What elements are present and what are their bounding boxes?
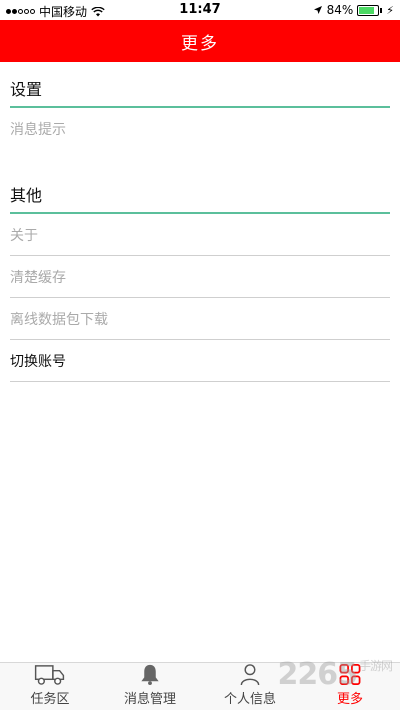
charging-bolt-icon: ⚡	[386, 3, 394, 17]
bell-icon	[141, 664, 159, 686]
section-header-settings: 设置	[10, 62, 390, 108]
watermark-number: 2265	[277, 657, 357, 692]
page-title: 更多	[181, 34, 219, 54]
list-item-message-notification[interactable]: 消息提示	[10, 108, 390, 150]
section-header-other: 其他	[10, 168, 390, 214]
battery-icon	[357, 4, 380, 16]
nav-bar: 更多	[0, 20, 400, 62]
list-item-offline-download[interactable]: 离线数据包下载	[10, 298, 390, 340]
battery-fill	[359, 6, 375, 14]
watermark: 2265 手游网	[277, 657, 393, 692]
tab-messages[interactable]: 消息管理	[100, 663, 200, 710]
tab-label: 消息管理	[123, 692, 176, 707]
battery-percent: 84%	[326, 3, 354, 17]
status-bar: 中国移动 11:47 84% ⚡	[0, 0, 400, 20]
list-item-about[interactable]: 关于	[10, 214, 390, 256]
list-item-switch-account[interactable]: 切换账号	[10, 340, 390, 382]
person-icon	[240, 664, 260, 686]
battery-tip	[380, 7, 383, 13]
settings-content: 设置 消息提示 其他 关于 清楚缓存 离线数据包下载 切换账号	[10, 62, 390, 382]
tab-label: 个人信息	[223, 692, 276, 707]
watermark-text: 手游网	[358, 659, 393, 673]
location-arrow-icon	[313, 6, 322, 14]
tab-tasks[interactable]: 任务区	[0, 663, 100, 710]
list-item-clear-cache[interactable]: 清楚缓存	[10, 256, 390, 298]
status-right: 84% ⚡	[313, 3, 394, 17]
truck-icon	[34, 665, 65, 685]
tab-label: 任务区	[30, 692, 70, 707]
